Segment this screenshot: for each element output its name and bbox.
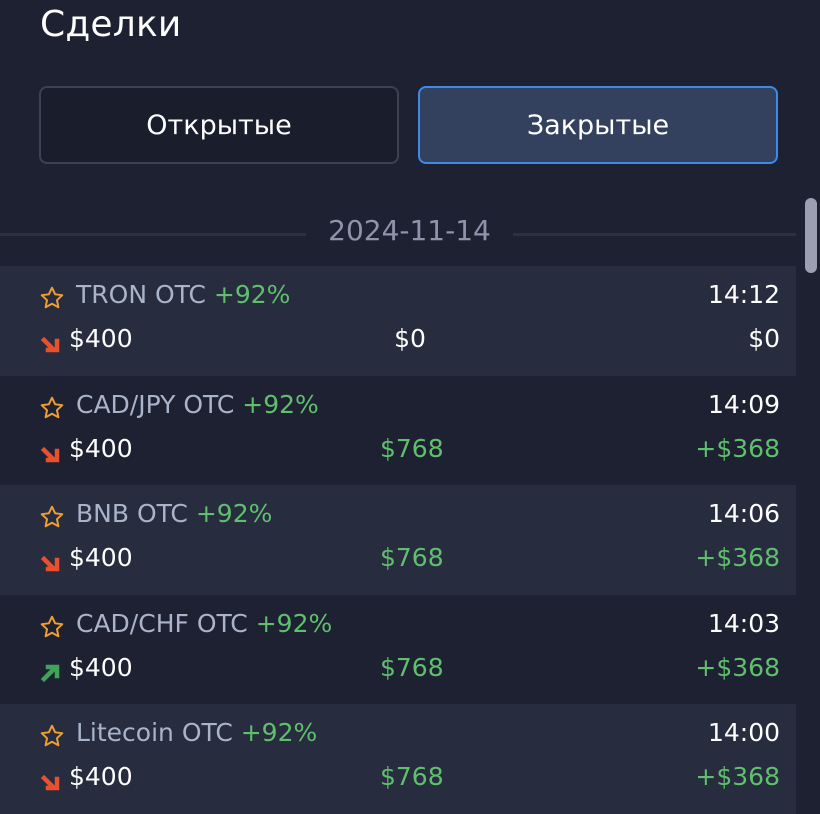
arrow-up-right-icon bbox=[40, 664, 60, 682]
trade-amount: $400 bbox=[69, 652, 133, 682]
trade-profit: +$368 bbox=[695, 433, 780, 463]
trade-time: 14:12 bbox=[707, 280, 780, 309]
trade-time: 14:03 bbox=[707, 608, 780, 638]
arrow-down-right-icon bbox=[40, 446, 60, 462]
trade-payout: $768 bbox=[380, 762, 444, 791]
page-title: Сделки bbox=[40, 4, 182, 45]
asset-name: CAD/JPY OTC bbox=[76, 389, 235, 419]
trade-payout: $768 bbox=[380, 433, 444, 463]
trade-list: TRON OTC +92% 14:12 $400 $0 $0 CAD/JPY O… bbox=[0, 266, 796, 814]
star-icon[interactable] bbox=[39, 723, 65, 749]
scrollbar[interactable] bbox=[805, 198, 817, 273]
asset-label: BNB OTC +92% bbox=[76, 499, 272, 528]
asset-label: TRON OTC +92% bbox=[76, 280, 290, 309]
asset-name: Litecoin OTC bbox=[76, 718, 233, 747]
trade-row[interactable]: CAD/JPY OTC +92% 14:09 $400 $768 +$368 bbox=[0, 375, 796, 485]
asset-label: CAD/JPY OTC +92% bbox=[76, 390, 319, 419]
star-icon[interactable] bbox=[39, 504, 65, 530]
asset-label: CAD/CHF OTC +92% bbox=[76, 609, 332, 638]
trade-row[interactable]: Litecoin OTC +92% 14:00 $400 $768 +$368 bbox=[0, 704, 796, 814]
trade-payout: $768 bbox=[380, 543, 444, 572]
trade-amount: $400 bbox=[69, 762, 133, 791]
trade-row[interactable]: CAD/CHF OTC +92% 14:03 $400 $768 +$368 bbox=[0, 594, 796, 704]
trade-profit: +$368 bbox=[695, 652, 780, 682]
payout-percent: +92% bbox=[195, 499, 273, 528]
trade-time: 14:09 bbox=[707, 389, 780, 419]
payout-percent: +92% bbox=[242, 389, 319, 419]
tab-open[interactable]: Открытые bbox=[39, 86, 399, 164]
payout-percent: +92% bbox=[255, 608, 333, 638]
trade-tabs: Открытые Закрытые bbox=[39, 86, 780, 166]
asset-name: BNB OTC bbox=[76, 499, 188, 528]
date-separator: 2024-11-14 bbox=[0, 214, 820, 254]
trade-amount: $400 bbox=[69, 433, 133, 463]
trade-time: 14:00 bbox=[707, 718, 780, 747]
divider bbox=[0, 233, 306, 236]
divider bbox=[513, 233, 796, 236]
trade-payout: $768 bbox=[380, 652, 444, 682]
arrow-down-right-icon bbox=[40, 336, 60, 353]
trade-payout: $0 bbox=[394, 324, 426, 353]
star-icon[interactable] bbox=[39, 285, 65, 311]
payout-percent: +92% bbox=[213, 280, 291, 309]
date-label: 2024-11-14 bbox=[328, 214, 491, 247]
trade-row[interactable]: TRON OTC +92% 14:12 $400 $0 $0 bbox=[0, 266, 796, 376]
asset-name: CAD/CHF OTC bbox=[76, 608, 248, 638]
trade-amount: $400 bbox=[69, 324, 133, 353]
trade-time: 14:06 bbox=[707, 499, 780, 528]
trade-profit: +$368 bbox=[695, 762, 780, 791]
star-icon[interactable] bbox=[39, 395, 65, 421]
trade-row[interactable]: BNB OTC +92% 14:06 $400 $768 +$368 bbox=[0, 485, 796, 595]
trade-amount: $400 bbox=[69, 543, 133, 572]
asset-name: TRON OTC bbox=[76, 280, 206, 309]
star-icon[interactable] bbox=[39, 614, 65, 640]
arrow-down-right-icon bbox=[40, 774, 60, 791]
trade-profit: $0 bbox=[748, 324, 780, 353]
asset-label: Litecoin OTC +92% bbox=[76, 718, 317, 747]
arrow-down-right-icon bbox=[40, 555, 60, 572]
trade-profit: +$368 bbox=[695, 543, 780, 572]
payout-percent: +92% bbox=[240, 718, 318, 747]
tab-closed[interactable]: Закрытые bbox=[418, 86, 778, 164]
